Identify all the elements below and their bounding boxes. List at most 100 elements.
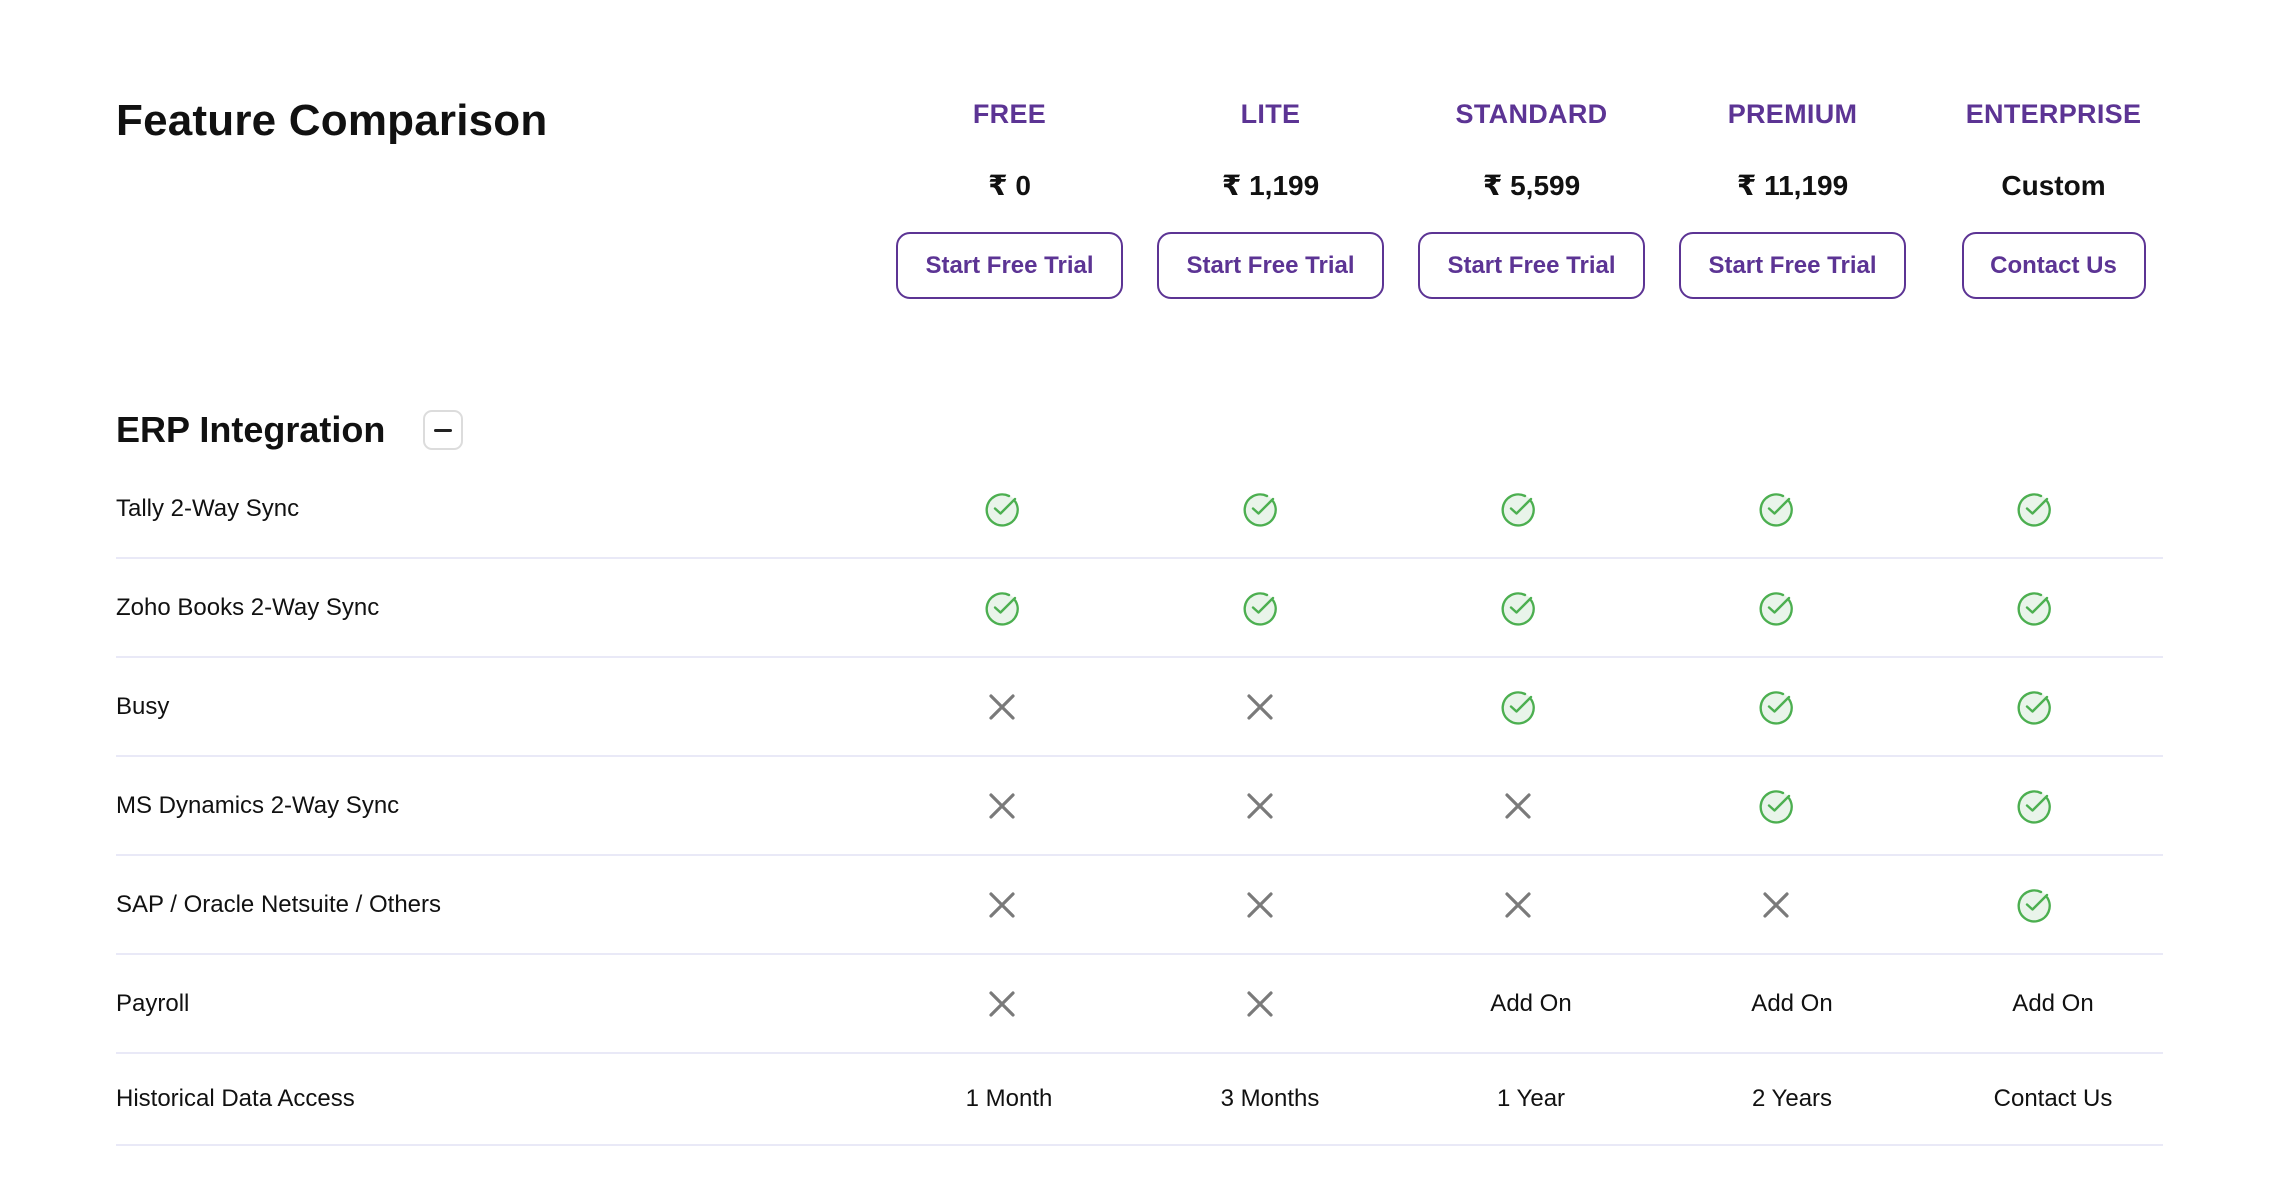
table-row: Payroll Add On Add On Add On bbox=[116, 955, 2163, 1054]
table-row: MS Dynamics 2-Way Sync bbox=[116, 757, 2163, 856]
plan-price: ₹ 1,199 bbox=[1221, 170, 1320, 201]
table-cell bbox=[1246, 891, 1274, 919]
table-cell bbox=[1246, 990, 1274, 1018]
table-cell bbox=[2016, 887, 2052, 923]
table-cell bbox=[1246, 693, 1274, 721]
cell-value: 1 Year bbox=[1496, 1085, 1566, 1112]
table-cell bbox=[1758, 590, 1794, 626]
table-cell bbox=[1500, 590, 1536, 626]
cross-icon bbox=[1505, 891, 1531, 918]
table-cell bbox=[1246, 792, 1274, 820]
table-cell bbox=[984, 491, 1020, 527]
table-cell bbox=[1504, 891, 1532, 919]
minus-icon bbox=[434, 428, 453, 432]
plan-column-premium: PREMIUM ₹ 11,199 Start Free Trial bbox=[1662, 96, 1923, 299]
cell-value: Add On bbox=[1490, 989, 1572, 1017]
cross-icon bbox=[1247, 792, 1273, 819]
cross-icon bbox=[989, 693, 1015, 720]
check-circle-icon bbox=[1501, 492, 1535, 527]
plan-price: ₹ 11,199 bbox=[1736, 170, 1849, 201]
start-free-trial-button-standard[interactable]: Start Free Trial bbox=[1418, 232, 1645, 299]
check-circle-icon bbox=[2017, 888, 2051, 923]
table-cell bbox=[988, 891, 1016, 919]
start-free-trial-button-lite[interactable]: Start Free Trial bbox=[1157, 232, 1384, 299]
table-cell bbox=[1500, 689, 1536, 725]
check-circle-icon bbox=[2017, 789, 2051, 824]
plan-column-enterprise: ENTERPRISE Custom Contact Us bbox=[1923, 96, 2184, 299]
table-cell bbox=[1762, 891, 1790, 919]
check-circle-icon bbox=[2017, 492, 2051, 527]
check-circle-icon bbox=[1759, 789, 1793, 824]
cell-value: 3 Months bbox=[1220, 1085, 1320, 1112]
cross-icon bbox=[1763, 891, 1789, 918]
feature-label: Payroll bbox=[116, 989, 190, 1017]
table-cell bbox=[988, 792, 1016, 820]
section-header-erp-integration: ERP Integration bbox=[116, 408, 464, 452]
feature-table: Tally 2-Way Sync Zoho Books 2-Way Sync Bus… bbox=[116, 460, 2163, 1146]
table-cell: 3 Months bbox=[1221, 1085, 1320, 1113]
plan-price: ₹ 5,599 bbox=[1482, 170, 1581, 201]
table-cell: 1 Month bbox=[966, 1085, 1053, 1113]
table-cell bbox=[988, 990, 1016, 1018]
table-cell bbox=[2016, 788, 2052, 824]
plan-name: LITE bbox=[1240, 99, 1301, 129]
check-circle-icon bbox=[1759, 591, 1793, 626]
table-row: Busy bbox=[116, 658, 2163, 757]
plan-column-lite: LITE ₹ 1,199 Start Free Trial bbox=[1140, 96, 1401, 299]
table-row: SAP / Oracle Netsuite / Others bbox=[116, 856, 2163, 955]
cross-icon bbox=[1505, 792, 1531, 819]
plan-price: Custom bbox=[2001, 170, 2106, 201]
check-circle-icon bbox=[1759, 690, 1793, 725]
cross-icon bbox=[1247, 990, 1273, 1017]
start-free-trial-button-free[interactable]: Start Free Trial bbox=[896, 232, 1123, 299]
feature-label: Zoho Books 2-Way Sync bbox=[116, 593, 380, 621]
plan-column-free: FREE ₹ 0 Start Free Trial bbox=[879, 96, 1140, 299]
cell-value: 2 Years bbox=[1751, 1085, 1833, 1112]
collapse-section-button[interactable] bbox=[423, 410, 464, 450]
table-cell bbox=[1504, 792, 1532, 820]
table-cell bbox=[2016, 590, 2052, 626]
table-cell bbox=[1758, 491, 1794, 527]
cell-value: Contact Us bbox=[1993, 1085, 2113, 1112]
table-row: Zoho Books 2-Way Sync bbox=[116, 559, 2163, 658]
table-row: Historical Data Access 1 Month 3 Months 1 Y… bbox=[116, 1054, 2163, 1146]
contact-us-button-enterprise[interactable]: Contact Us bbox=[1961, 232, 2146, 299]
cell-value: 1 Month bbox=[965, 1085, 1053, 1112]
table-cell bbox=[1500, 491, 1536, 527]
check-circle-icon bbox=[1243, 591, 1277, 626]
feature-label: MS Dynamics 2-Way Sync bbox=[116, 791, 400, 819]
table-cell bbox=[2016, 491, 2052, 527]
feature-label: Tally 2-Way Sync bbox=[116, 494, 300, 522]
cross-icon bbox=[1247, 693, 1273, 720]
check-circle-icon bbox=[985, 591, 1019, 626]
feature-label: SAP / Oracle Netsuite / Others bbox=[116, 890, 442, 918]
cross-icon bbox=[989, 792, 1015, 819]
check-circle-icon bbox=[2017, 690, 2051, 725]
cell-value: Add On bbox=[1751, 989, 1833, 1017]
feature-label: Busy bbox=[116, 692, 170, 720]
plan-name: FREE bbox=[972, 99, 1047, 129]
feature-label: Historical Data Access bbox=[116, 1085, 355, 1112]
section-title: ERP Integration bbox=[116, 409, 386, 450]
check-circle-icon bbox=[1501, 690, 1535, 725]
check-circle-icon bbox=[1759, 492, 1793, 527]
table-cell bbox=[984, 590, 1020, 626]
table-row: Tally 2-Way Sync bbox=[116, 460, 2163, 559]
plan-name: PREMIUM bbox=[1727, 99, 1858, 129]
table-cell: 1 Year bbox=[1497, 1085, 1565, 1113]
table-cell bbox=[1242, 590, 1278, 626]
table-cell bbox=[1242, 491, 1278, 527]
check-circle-icon bbox=[1243, 492, 1277, 527]
table-cell: Add On bbox=[1751, 990, 1832, 1018]
start-free-trial-button-premium[interactable]: Start Free Trial bbox=[1679, 232, 1906, 299]
table-cell bbox=[988, 693, 1016, 721]
table-cell bbox=[2016, 689, 2052, 725]
table-cell bbox=[1758, 788, 1794, 824]
plan-name: STANDARD bbox=[1455, 99, 1608, 129]
table-cell bbox=[1758, 689, 1794, 725]
table-cell: Add On bbox=[1490, 990, 1571, 1018]
plan-column-standard: STANDARD ₹ 5,599 Start Free Trial bbox=[1401, 96, 1662, 299]
plan-name: ENTERPRISE bbox=[1965, 99, 2142, 129]
table-cell: 2 Years bbox=[1752, 1085, 1832, 1113]
cell-value: Add On bbox=[2012, 989, 2094, 1017]
